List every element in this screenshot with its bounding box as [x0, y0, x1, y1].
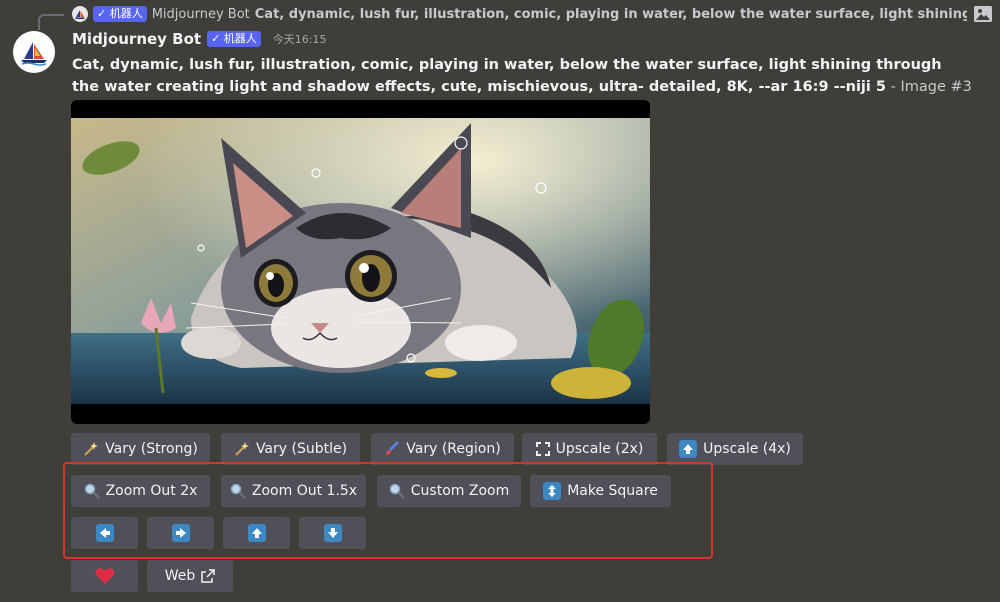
- web-button[interactable]: Web: [147, 560, 233, 592]
- pan-left-button[interactable]: [71, 517, 138, 549]
- reply-username[interactable]: Midjourney Bot: [152, 7, 250, 22]
- vary-region-button[interactable]: Vary (Region): [371, 433, 514, 465]
- custom-zoom-label: Custom Zoom: [410, 483, 510, 499]
- pan-right-button[interactable]: [147, 517, 214, 549]
- make-square-label: Make Square: [567, 483, 658, 499]
- magnifier-icon: [389, 483, 405, 499]
- zoom-out-1-5x-button[interactable]: Zoom Out 1.5x: [221, 475, 366, 507]
- bot-tag: ✓ 机器人: [207, 31, 261, 47]
- vary-region-label: Vary (Region): [406, 441, 501, 457]
- avatar[interactable]: [13, 31, 55, 73]
- vary-strong-button[interactable]: Vary (Strong): [71, 433, 210, 465]
- message-header: Midjourney Bot ✓ 机器人 今天16:15: [72, 30, 327, 48]
- generated-image[interactable]: [71, 100, 650, 424]
- upscale-2x-button[interactable]: Upscale (2x): [522, 433, 657, 465]
- prompt-text: Cat, dynamic, lush fur, illustration, co…: [72, 57, 942, 95]
- reply-avatar: [72, 6, 88, 22]
- reply-content[interactable]: Cat, dynamic, lush fur, illustration, co…: [255, 7, 967, 22]
- upscale-4x-button[interactable]: Upscale (4x): [667, 433, 803, 465]
- reply-connector: [38, 14, 64, 30]
- image-number: - Image #3: [886, 79, 972, 95]
- image-icon: [974, 6, 992, 22]
- pan-up-button[interactable]: [223, 517, 290, 549]
- arrow-up-box-icon: [679, 440, 698, 458]
- arrow-right-box-icon: [171, 524, 190, 542]
- cat-illustration: [71, 118, 650, 404]
- reply-bot-tag: ✓ 机器人: [93, 6, 147, 22]
- timestamp: 今天16:15: [272, 33, 327, 46]
- external-link-icon: [201, 569, 216, 583]
- pan-down-button[interactable]: [299, 517, 366, 549]
- arrow-up-box-icon: [247, 524, 266, 542]
- reply-preview[interactable]: ✓ 机器人 Midjourney Bot Cat, dynamic, lush …: [72, 4, 992, 24]
- vary-strong-label: Vary (Strong): [105, 441, 198, 457]
- arrow-down-box-icon: [323, 524, 342, 542]
- heart-icon: [95, 567, 115, 585]
- vary-subtle-button[interactable]: Vary (Subtle): [221, 433, 360, 465]
- expand-icon: [535, 442, 550, 456]
- magnifier-icon: [230, 483, 246, 499]
- arrow-updown-box-icon: [543, 482, 562, 500]
- favorite-button[interactable]: [71, 560, 138, 592]
- username[interactable]: Midjourney Bot: [72, 30, 201, 48]
- upscale-2x-label: Upscale (2x): [555, 441, 644, 457]
- sparkles-icon: [234, 441, 250, 457]
- zoom-out-2x-button[interactable]: Zoom Out 2x: [71, 475, 210, 507]
- zoom-out-1-5x-label: Zoom Out 1.5x: [251, 483, 358, 499]
- custom-zoom-button[interactable]: Custom Zoom: [377, 475, 521, 507]
- sparkles-icon: [83, 441, 99, 457]
- magnifier-icon: [84, 483, 100, 499]
- upscale-4x-label: Upscale (4x): [703, 441, 791, 457]
- make-square-button[interactable]: Make Square: [530, 475, 671, 507]
- paintbrush-icon: [384, 441, 400, 457]
- web-label: Web: [164, 568, 196, 584]
- vary-subtle-label: Vary (Subtle): [255, 441, 348, 457]
- arrow-left-box-icon: [95, 524, 114, 542]
- zoom-out-2x-label: Zoom Out 2x: [105, 483, 198, 499]
